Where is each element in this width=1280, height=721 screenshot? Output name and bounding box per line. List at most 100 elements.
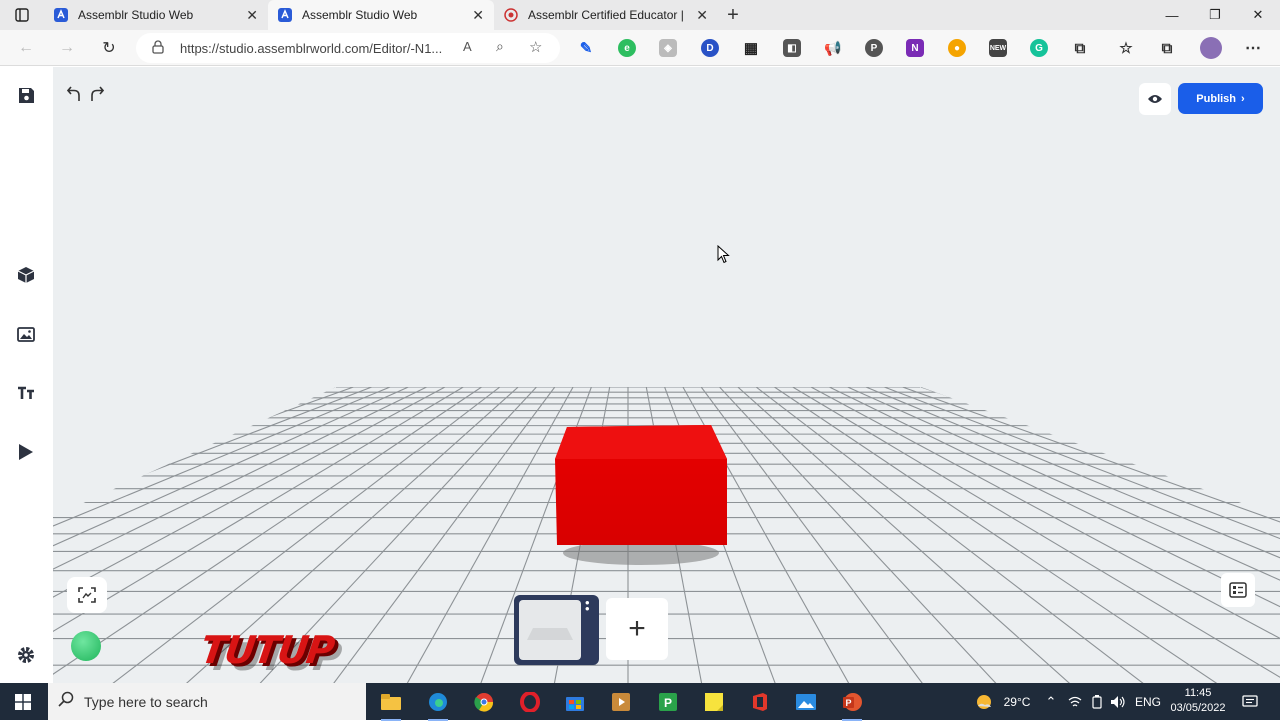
taskbar-search-box[interactable]: Type here to search <box>48 683 366 720</box>
d-ext-icon[interactable]: D <box>701 39 719 57</box>
photos-icon[interactable] <box>787 687 825 717</box>
mouse-cursor <box>717 245 731 265</box>
publish-label: Publish <box>1196 93 1236 105</box>
publish-button[interactable]: Publish › <box>1178 83 1263 114</box>
redo-icon[interactable] <box>88 84 106 104</box>
tab-1[interactable]: Assemblr Studio Web ✕ <box>44 0 268 30</box>
more-icon[interactable]: ⋯ <box>1244 39 1262 57</box>
language-indicator[interactable]: ENG <box>1133 683 1163 720</box>
back-icon[interactable]: ← <box>14 36 38 60</box>
grid-ext-icon[interactable]: ▦ <box>742 39 760 57</box>
scene-preview <box>519 600 581 660</box>
tab-close-icon[interactable]: ✕ <box>246 7 258 24</box>
3d-object-icon[interactable] <box>14 263 38 287</box>
collections-icon[interactable]: ⧉ <box>1158 39 1176 57</box>
notifications-icon[interactable] <box>1238 683 1262 720</box>
publisher-icon[interactable]: P <box>649 687 687 717</box>
window-close-icon[interactable]: ✕ <box>1237 0 1279 30</box>
powerpoint-icon[interactable]: P <box>833 687 871 717</box>
color-picker-button[interactable] <box>71 631 101 661</box>
tab-strip: Assemblr Studio Web ✕ Assemblr Studio We… <box>0 0 1280 30</box>
scene-viewport[interactable]: Publish › TUTUP •• + <box>53 67 1280 683</box>
taskbar-clock[interactable]: 11:45 03/05/2022 <box>1166 686 1230 716</box>
tab-close-icon[interactable]: ✕ <box>696 7 708 24</box>
tab-actions-icon[interactable] <box>8 5 36 25</box>
search-placeholder: Type here to search <box>84 694 208 710</box>
watermark-logo: TUTUP <box>198 628 336 672</box>
megaphone-ext-icon[interactable]: 📢 <box>824 39 842 57</box>
assemblr-educator-favicon-icon <box>504 8 518 22</box>
red-cube-object[interactable] <box>551 419 731 569</box>
frame-focus-icon <box>78 587 96 603</box>
chrome-icon[interactable] <box>465 687 503 717</box>
tab-3[interactable]: Assemblr Certified Educator | ✕ <box>494 0 718 30</box>
svg-text:P: P <box>846 698 852 708</box>
ground-grid <box>53 67 1280 683</box>
text-icon[interactable] <box>14 381 38 405</box>
weather-icon[interactable] <box>974 683 994 720</box>
edit-ext-icon[interactable]: ✎ <box>577 39 595 57</box>
scene-thumbnail[interactable]: •• <box>514 595 599 665</box>
list-icon <box>1229 582 1247 598</box>
lock-icon[interactable] <box>152 40 164 59</box>
onenote-icon[interactable]: N <box>906 39 924 57</box>
add-scene-button[interactable]: + <box>606 598 668 660</box>
profile-avatar[interactable] <box>1200 37 1222 59</box>
restore-icon[interactable]: ❐ <box>1194 0 1236 30</box>
windows-start-icon[interactable] <box>0 683 46 720</box>
forward-icon[interactable]: → <box>55 36 79 60</box>
new-tab-icon[interactable]: + <box>722 5 744 25</box>
play-icon[interactable] <box>14 440 38 464</box>
image-icon[interactable] <box>14 322 38 346</box>
volume-icon[interactable] <box>1109 683 1127 720</box>
battery-icon[interactable] <box>1088 683 1106 720</box>
read-aloud-icon[interactable]: A <box>463 39 472 54</box>
file-explorer-icon[interactable] <box>372 687 410 717</box>
focus-frame-button[interactable] <box>67 577 107 613</box>
add-favorite-icon[interactable]: ☆ <box>529 38 542 56</box>
edge-browser-icon[interactable] <box>419 687 457 717</box>
extension-icon[interactable]: ◈ <box>659 39 677 57</box>
ext-icon[interactable]: ◧ <box>783 39 801 57</box>
tab-close-icon[interactable]: ✕ <box>472 7 484 24</box>
office-icon[interactable] <box>741 687 779 717</box>
new-ext-icon[interactable]: NEW <box>989 39 1007 57</box>
preview-eye-icon[interactable] <box>1139 83 1171 115</box>
clock-date: 03/05/2022 <box>1166 701 1230 716</box>
url-text[interactable]: https://studio.assemblrworld.com/Editor/… <box>180 41 442 56</box>
grammarly-icon[interactable]: G <box>1030 39 1048 57</box>
scene-options-icon[interactable]: •• <box>585 600 590 612</box>
favorites-icon[interactable]: ☆ <box>1117 39 1135 57</box>
svg-text:P: P <box>664 696 672 710</box>
refresh-icon[interactable]: ↻ <box>97 36 121 60</box>
address-bar[interactable]: https://studio.assemblrworld.com/Editor/… <box>136 33 560 63</box>
assemblr-favicon-icon <box>278 8 292 22</box>
pinterest-icon[interactable]: P <box>865 39 883 57</box>
editor-sidebar <box>0 67 53 683</box>
video-editor-icon[interactable] <box>602 687 640 717</box>
zoom-icon[interactable]: ⌕ <box>496 38 504 55</box>
chevron-right-icon: › <box>1241 93 1245 105</box>
object-list-button[interactable] <box>1221 573 1255 607</box>
search-icon <box>58 691 74 712</box>
ext-icon[interactable]: ● <box>948 39 966 57</box>
wifi-icon[interactable] <box>1066 683 1084 720</box>
windows-taskbar: Type here to search P P 29°C ⌃ ENG 11:45… <box>0 683 1280 720</box>
minimize-icon[interactable]: — <box>1151 0 1193 30</box>
tab-title: Assemblr Certified Educator | <box>528 8 684 22</box>
opera-icon[interactable] <box>511 687 549 717</box>
tab-title: Assemblr Studio Web <box>78 8 193 22</box>
address-bar-row: ← → ↻ https://studio.assemblrworld.com/E… <box>0 30 1280 66</box>
chevron-up-icon[interactable]: ⌃ <box>1043 683 1059 720</box>
settings-gear-icon[interactable] <box>14 643 38 667</box>
save-icon[interactable] <box>14 83 38 107</box>
evernote-icon[interactable]: e <box>618 39 636 57</box>
undo-icon[interactable] <box>65 84 83 104</box>
temperature-text[interactable]: 29°C <box>998 683 1036 720</box>
tab-2-active[interactable]: Assemblr Studio Web ✕ <box>268 0 494 30</box>
microsoft-store-icon[interactable] <box>556 687 594 717</box>
clock-time: 11:45 <box>1166 686 1230 701</box>
extensions-puzzle-icon[interactable]: ⧉ <box>1071 39 1089 57</box>
sticky-notes-icon[interactable] <box>695 687 733 717</box>
assemblr-favicon-icon <box>54 8 68 22</box>
